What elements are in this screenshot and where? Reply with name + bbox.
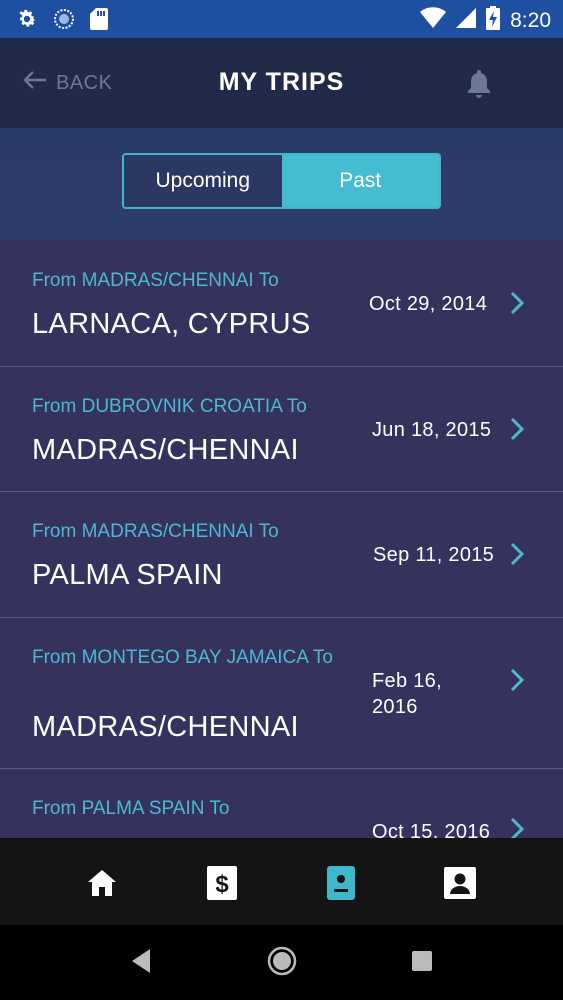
chevron-right-icon: [509, 417, 525, 446]
trip-date: Oct 29, 2014: [369, 293, 488, 315]
home-circle-icon[interactable]: [266, 945, 298, 982]
system-nav-bar: [0, 925, 563, 1000]
status-time: 8:20: [510, 8, 551, 32]
tab-upcoming[interactable]: Upcoming: [124, 155, 282, 207]
recents-square-icon[interactable]: [410, 949, 434, 978]
home-icon[interactable]: [82, 863, 122, 903]
trip-date: Oct 15, 2016: [372, 821, 491, 838]
trip-date: Jun 18, 2015: [372, 419, 492, 441]
sd-card-icon: [90, 8, 108, 35]
chevron-right-icon: [509, 817, 525, 838]
settings-icon: [16, 8, 38, 35]
trip-date: Sep 11, 2015: [373, 544, 495, 566]
cell-signal-icon: [456, 8, 477, 33]
trip-destination: MADRAS/CHENNAI: [32, 434, 299, 466]
app-header: BACK MY TRIPS: [0, 38, 563, 128]
trip-origin: From DUBROVNIK CROATIA To: [32, 396, 307, 417]
trip-item[interactable]: From MONTEGO BAY JAMAICA To MADRAS/CHENN…: [0, 618, 563, 769]
tab-past[interactable]: Past: [281, 155, 439, 207]
trip-origin: From PALMA SPAIN To: [32, 798, 230, 819]
trip-destination: LARNACA, CYPRUS: [32, 308, 311, 340]
chevron-right-icon: [509, 668, 525, 697]
trip-item[interactable]: From DUBROVNIK CROATIA To MADRAS/CHENNAI…: [0, 367, 563, 492]
trip-date: Feb 16, 2016: [372, 670, 442, 718]
svg-text:$: $: [215, 871, 229, 898]
trip-filter-toggle: Upcoming Past: [122, 153, 441, 209]
chevron-right-icon: [509, 542, 525, 571]
dollar-icon[interactable]: $: [202, 863, 242, 903]
profile-icon[interactable]: [440, 863, 480, 903]
trip-origin: From MONTEGO BAY JAMAICA To: [32, 647, 333, 668]
wifi-icon: [420, 7, 447, 34]
sync-icon: [52, 7, 76, 36]
battery-charging-icon: [486, 6, 501, 35]
chevron-right-icon: [509, 291, 525, 320]
trip-destination: PALMA SPAIN: [32, 559, 223, 591]
trip-item[interactable]: From MADRAS/CHENNAI To LARNACA, CYPRUS O…: [0, 240, 563, 367]
bottom-nav: $: [0, 838, 563, 925]
trip-destination: MADRAS/CHENNAI: [32, 711, 299, 743]
status-bar: 8:20: [0, 0, 563, 38]
bell-icon[interactable]: [466, 68, 492, 103]
trip-item[interactable]: From PALMA SPAIN To Oct 15, 2016: [0, 769, 563, 838]
back-triangle-icon[interactable]: [130, 947, 152, 980]
trip-filter-area: Upcoming Past: [0, 128, 563, 240]
trip-origin: From MADRAS/CHENNAI To: [32, 521, 279, 542]
trip-item[interactable]: From MADRAS/CHENNAI To PALMA SPAIN Sep 1…: [0, 492, 563, 618]
trips-icon[interactable]: [321, 863, 361, 903]
trip-list: From MADRAS/CHENNAI To LARNACA, CYPRUS O…: [0, 240, 563, 838]
trip-origin: From MADRAS/CHENNAI To: [32, 270, 279, 291]
